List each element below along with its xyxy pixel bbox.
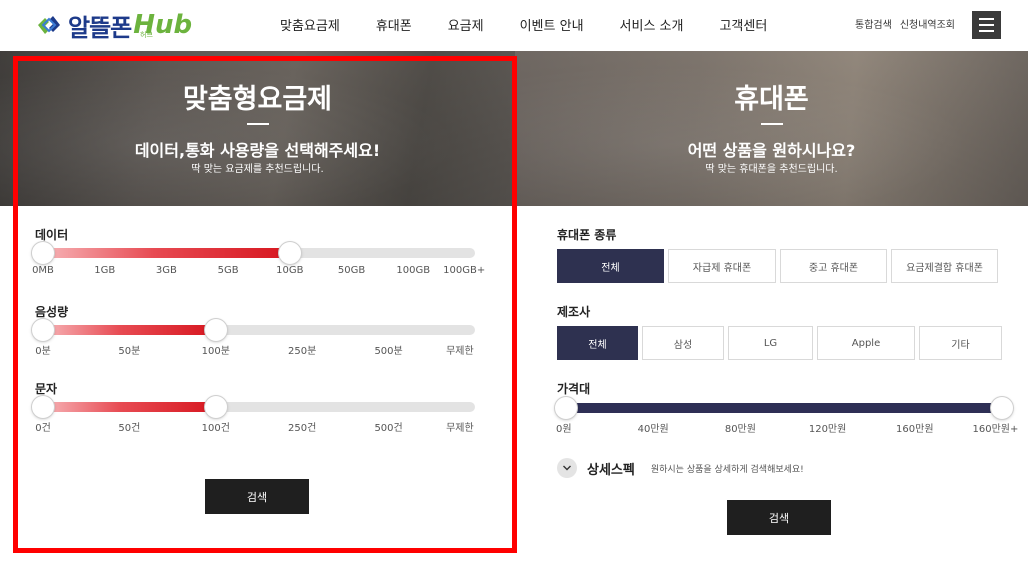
slider-min-handle[interactable]: [555, 397, 577, 419]
tick-label: 500건: [374, 423, 403, 434]
chevron-down-icon[interactable]: [557, 458, 577, 478]
sms-tick-labels: 0건 50건 100건 250건 500건 무제한: [35, 419, 475, 434]
slider-min-handle[interactable]: [32, 396, 54, 418]
data-slider[interactable]: [32, 242, 475, 264]
tick-label: 160만원+: [972, 424, 1019, 435]
detail-spec-toggle: 상세스펙 원하시는 상품을 상세하게 검색해보세요!: [557, 458, 804, 478]
tick-label: 100건: [201, 423, 230, 434]
price-label: 가격대: [557, 382, 591, 396]
hero-divider: [246, 123, 269, 125]
tick-label: 0원: [556, 424, 572, 435]
tick-label: 500분: [374, 346, 403, 357]
maker-lg[interactable]: LG: [728, 326, 813, 360]
maker-label: 제조사: [557, 305, 591, 319]
sms-slider[interactable]: [32, 396, 475, 418]
hero-description: 딱 맞는 휴대폰을 추천드립니다.: [705, 164, 838, 175]
slider-max-handle[interactable]: [204, 319, 227, 341]
maker-samsung[interactable]: 삼성: [642, 326, 724, 360]
price-tick-labels: 0원 40만원 80만원 120만원 160만원 160만원+: [556, 420, 1018, 435]
tick-label: 80만원: [724, 424, 756, 435]
tick-label: 10GB: [276, 265, 304, 276]
tick-label: 160만원: [896, 424, 934, 435]
hero-divider: [760, 123, 783, 125]
hamburger-menu-button[interactable]: [972, 11, 1001, 39]
phone-type-all[interactable]: 전체: [557, 249, 664, 283]
tick-label: 250분: [288, 346, 317, 357]
logo-sub-text: 허브: [140, 31, 153, 39]
hero-subtitle: 어떤 상품을 원하시나요?: [687, 141, 856, 160]
maker-apple[interactable]: Apple: [817, 326, 915, 360]
hero-title: 휴대폰: [734, 84, 809, 115]
voice-tick-labels: 0분 50분 100분 250분 500분 무제한: [35, 342, 475, 357]
slider-fill: [43, 325, 216, 335]
sms-label: 문자: [35, 382, 58, 396]
phone-type-bundle[interactable]: 요금제결합 휴대폰: [891, 249, 998, 283]
data-tick-labels: 0MB 1GB 3GB 5GB 10GB 50GB 100GB 100GB+: [32, 265, 485, 279]
phone-type-label: 휴대폰 종류: [557, 228, 617, 242]
voice-slider[interactable]: [32, 319, 475, 341]
logo-mark-icon: [34, 10, 64, 40]
maker-options: 전체 삼성 LG Apple 기타: [557, 326, 1002, 360]
phone-type-unlocked[interactable]: 자급제 휴대폰: [668, 249, 776, 283]
slider-min-handle[interactable]: [32, 319, 54, 341]
maker-all[interactable]: 전체: [557, 326, 638, 360]
phone-hero: 휴대폰 어떤 상품을 원하시나요? 딱 맞는 휴대폰을 추천드립니다.: [515, 51, 1028, 206]
tick-label: 40만원: [637, 424, 669, 435]
nav-item-phones[interactable]: 휴대폰: [376, 15, 412, 34]
tick-label: 1GB: [94, 265, 116, 276]
tick-label: 100GB+: [443, 265, 486, 276]
tick-label: 120만원: [808, 424, 847, 435]
phone-type-used[interactable]: 중고 휴대폰: [780, 249, 887, 283]
detail-spec-description: 원하시는 상품을 상세하게 검색해보세요!: [650, 464, 804, 475]
slider-max-handle[interactable]: [991, 397, 1013, 419]
slider-max-handle[interactable]: [278, 242, 301, 264]
tick-label: 무제한: [446, 346, 474, 357]
tick-label: 3GB: [155, 265, 177, 276]
maker-other[interactable]: 기타: [919, 326, 1002, 360]
tick-label: 0건: [35, 423, 51, 434]
slider-fill: [43, 248, 290, 258]
hero-description: 딱 맞는 요금제를 추천드립니다.: [191, 164, 324, 175]
tick-label: 무제한: [446, 423, 474, 434]
application-history-link[interactable]: 신청내역조회: [900, 16, 955, 31]
plan-search-button[interactable]: 검색: [205, 479, 309, 514]
tick-label: 50건: [118, 423, 141, 434]
price-slider[interactable]: [555, 397, 1013, 419]
phone-type-options: 전체 자급제 휴대폰 중고 휴대폰 요금제결합 휴대폰: [557, 249, 998, 283]
tick-label: 50GB: [337, 265, 366, 276]
hero-title: 맞춤형요금제: [182, 84, 333, 115]
nav-item-service-intro[interactable]: 서비스 소개: [620, 15, 684, 34]
tick-label: 250건: [288, 423, 317, 434]
site-header: 알뜰폰 Hub 허브 맞춤요금제 휴대폰 요금제 이벤트 안내 서비스 소개 고…: [0, 0, 1028, 51]
tick-label: 100GB: [396, 265, 431, 276]
custom-plan-hero: 맞춤형요금제 데이터,통화 사용량을 선택해주세요! 딱 맞는 요금제를 추천드…: [0, 51, 515, 206]
hero-subtitle: 데이터,통화 사용량을 선택해주세요!: [134, 141, 381, 160]
nav-item-customer-center[interactable]: 고객센터: [719, 15, 767, 34]
tick-label: 5GB: [217, 265, 239, 276]
tick-label: 100분: [201, 346, 230, 357]
detail-spec-title[interactable]: 상세스펙: [587, 459, 635, 478]
slider-min-handle[interactable]: [32, 242, 54, 264]
hamburger-icon: [979, 18, 994, 20]
site-logo[interactable]: 알뜰폰 Hub: [34, 8, 192, 42]
slider-fill: [43, 402, 216, 412]
nav-item-custom-plan[interactable]: 맞춤요금제: [280, 15, 340, 34]
tick-label: 0MB: [32, 265, 54, 276]
logo-text: 알뜰폰: [68, 13, 132, 42]
slider-fill: [566, 403, 1002, 413]
nav-item-events[interactable]: 이벤트 안내: [520, 15, 584, 34]
integrated-search-link[interactable]: 통합검색: [855, 16, 892, 31]
utility-links: 통합검색 신청내역조회: [855, 16, 955, 31]
data-label: 데이터: [35, 228, 69, 242]
main-nav: 맞춤요금제 휴대폰 요금제 이벤트 안내 서비스 소개 고객센터: [262, 0, 785, 48]
phone-search-button[interactable]: 검색: [727, 500, 831, 535]
tick-label: 50분: [118, 346, 141, 357]
slider-max-handle[interactable]: [204, 396, 227, 418]
voice-label: 음성량: [35, 305, 69, 319]
nav-item-plans[interactable]: 요금제: [448, 15, 484, 34]
tick-label: 0분: [35, 346, 51, 357]
